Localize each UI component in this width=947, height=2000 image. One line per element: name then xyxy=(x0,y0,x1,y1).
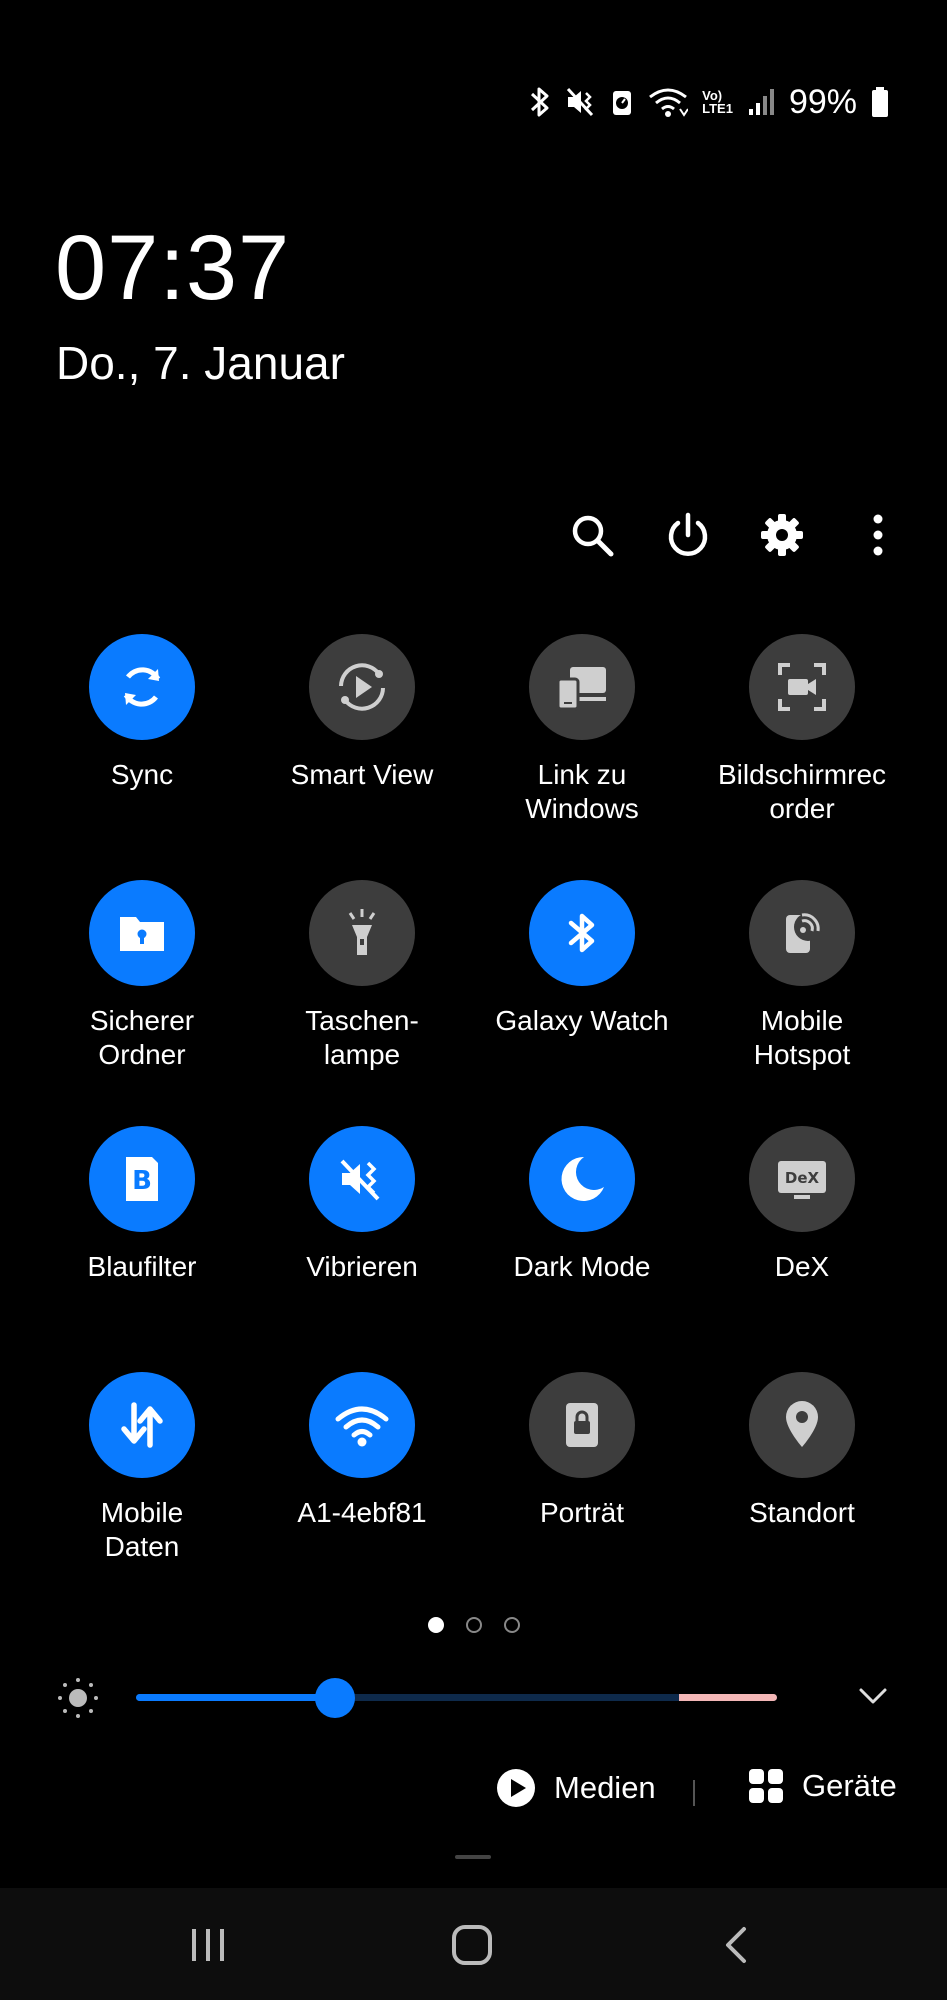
more-options-button[interactable] xyxy=(848,505,908,565)
tile-mobile-data[interactable]: Mobile Daten xyxy=(32,1372,252,1564)
devices-button[interactable]: Geräte xyxy=(748,1768,897,1804)
svg-text:B: B xyxy=(132,1166,152,1196)
blue-light-filter-icon: B xyxy=(126,1157,158,1201)
recents-button[interactable] xyxy=(178,1920,238,1970)
tile-label: Sync xyxy=(110,759,174,790)
tile-label: Bildschirmrec order xyxy=(717,759,887,824)
media-devices-row: Medien Geräte xyxy=(0,1768,947,1824)
tile-label: Smart View xyxy=(290,759,434,790)
page-dot-2[interactable] xyxy=(465,1617,482,1633)
panel-bottom-edge xyxy=(0,1868,947,1888)
clock-date[interactable]: Do., 7. Januar xyxy=(56,340,345,386)
secure-folder-icon xyxy=(120,917,164,951)
brightness-warm-segment xyxy=(679,1694,777,1701)
tile-sync[interactable]: Sync xyxy=(32,634,252,792)
gear-icon xyxy=(761,514,803,556)
back-icon xyxy=(726,1927,746,1963)
moon-icon xyxy=(561,1156,604,1201)
media-button[interactable]: Medien xyxy=(496,1768,656,1808)
brightness-thumb[interactable] xyxy=(315,1678,355,1718)
tile-label: Blaufilter xyxy=(87,1251,197,1282)
search-icon xyxy=(572,515,614,557)
tile-label: Galaxy Watch xyxy=(495,1005,669,1036)
tile-link-to-windows[interactable]: Link zu Windows xyxy=(472,634,692,826)
tile-galaxy-watch[interactable]: Galaxy Watch xyxy=(472,880,692,1038)
status-bar: Vo) LTE1 99% xyxy=(528,80,889,124)
settings-button[interactable] xyxy=(752,505,812,565)
tile-label: Vibrieren xyxy=(306,1251,418,1282)
tile-label: Mobile Daten xyxy=(100,1497,184,1562)
data-saver-icon xyxy=(613,91,632,115)
hotspot-icon xyxy=(786,913,822,953)
tile-dex[interactable]: DeX DeX xyxy=(692,1126,912,1284)
power-button[interactable] xyxy=(658,505,718,565)
battery-icon xyxy=(872,87,888,117)
volte-lte-label: Vo) LTE1 xyxy=(702,88,733,116)
tile-label: Mobile Hotspot xyxy=(753,1005,851,1070)
brightness-fill xyxy=(136,1694,335,1701)
screen-recorder-icon xyxy=(778,663,826,711)
divider xyxy=(693,1780,695,1806)
devices-label: Geräte xyxy=(802,1768,897,1803)
tile-label: Taschen- lampe xyxy=(305,1005,419,1070)
tile-secure-folder[interactable]: Sicherer Ordner xyxy=(32,880,252,1072)
tile-blue-light-filter[interactable]: B Blaufilter xyxy=(32,1126,252,1284)
tile-label: Link zu Windows xyxy=(525,759,639,824)
brightness-slider[interactable] xyxy=(136,1678,777,1718)
mobile-data-icon xyxy=(121,1402,163,1448)
tile-label: Sicherer Ordner xyxy=(89,1005,195,1070)
tile-dark-mode[interactable]: Dark Mode xyxy=(472,1126,692,1284)
chevron-down-icon[interactable] xyxy=(855,1678,891,1714)
tile-label: Porträt xyxy=(539,1497,625,1528)
tile-mobile-hotspot[interactable]: Mobile Hotspot xyxy=(692,880,912,1072)
tile-vibrate[interactable]: Vibrieren xyxy=(252,1126,472,1284)
tile-label: Dark Mode xyxy=(513,1251,651,1282)
tile-label: DeX xyxy=(774,1251,830,1282)
tile-wifi[interactable]: A1-4ebf81 xyxy=(252,1372,472,1530)
recents-icon xyxy=(192,1929,224,1961)
tile-screen-recorder[interactable]: Bildschirmrec order xyxy=(692,634,912,826)
vibrate-icon xyxy=(340,1159,380,1201)
search-button[interactable] xyxy=(562,505,622,565)
back-button[interactable] xyxy=(706,1920,766,1970)
page-dot-1[interactable] xyxy=(427,1617,444,1633)
navigation-bar xyxy=(0,1888,947,2000)
svg-text:DeX: DeX xyxy=(785,1169,820,1187)
tile-label: Standort xyxy=(749,1497,855,1528)
quick-panel-actions xyxy=(0,505,947,565)
sync-icon xyxy=(123,667,161,707)
portrait-lock-icon xyxy=(566,1403,598,1447)
brightness-icon xyxy=(58,1678,98,1718)
wifi-icon xyxy=(335,1406,389,1447)
tile-flashlight[interactable]: Taschen- lampe xyxy=(252,880,472,1072)
page-indicator xyxy=(0,1617,947,1633)
tile-portrait[interactable]: Porträt xyxy=(472,1372,692,1530)
home-icon xyxy=(452,1925,492,1965)
vibrate-icon xyxy=(567,87,594,117)
link-to-windows-icon xyxy=(556,667,606,711)
tile-label: A1-4ebf81 xyxy=(297,1497,427,1528)
home-button[interactable] xyxy=(442,1920,502,1970)
flashlight-icon xyxy=(348,909,376,955)
power-icon xyxy=(668,512,708,556)
wifi-icon xyxy=(649,88,689,117)
tile-location[interactable]: Standort xyxy=(692,1372,912,1530)
page-dot-3[interactable] xyxy=(503,1617,520,1633)
dex-icon: DeX xyxy=(778,1161,826,1199)
battery-percent: 99% xyxy=(788,82,857,121)
play-circle-icon xyxy=(497,1769,535,1807)
bluetooth-icon xyxy=(531,87,549,117)
smart-view-icon xyxy=(339,663,385,711)
location-icon xyxy=(786,1401,818,1447)
panel-drag-handle[interactable] xyxy=(455,1855,491,1859)
devices-grid-icon xyxy=(749,1769,783,1803)
signal-icon xyxy=(748,89,774,115)
clock-time[interactable]: 07:37 xyxy=(55,222,290,314)
tile-smart-view[interactable]: Smart View xyxy=(252,634,472,792)
more-vertical-icon xyxy=(873,514,883,556)
bluetooth-icon xyxy=(568,913,595,953)
brightness-control xyxy=(0,1672,947,1722)
media-label: Medien xyxy=(554,1770,656,1805)
